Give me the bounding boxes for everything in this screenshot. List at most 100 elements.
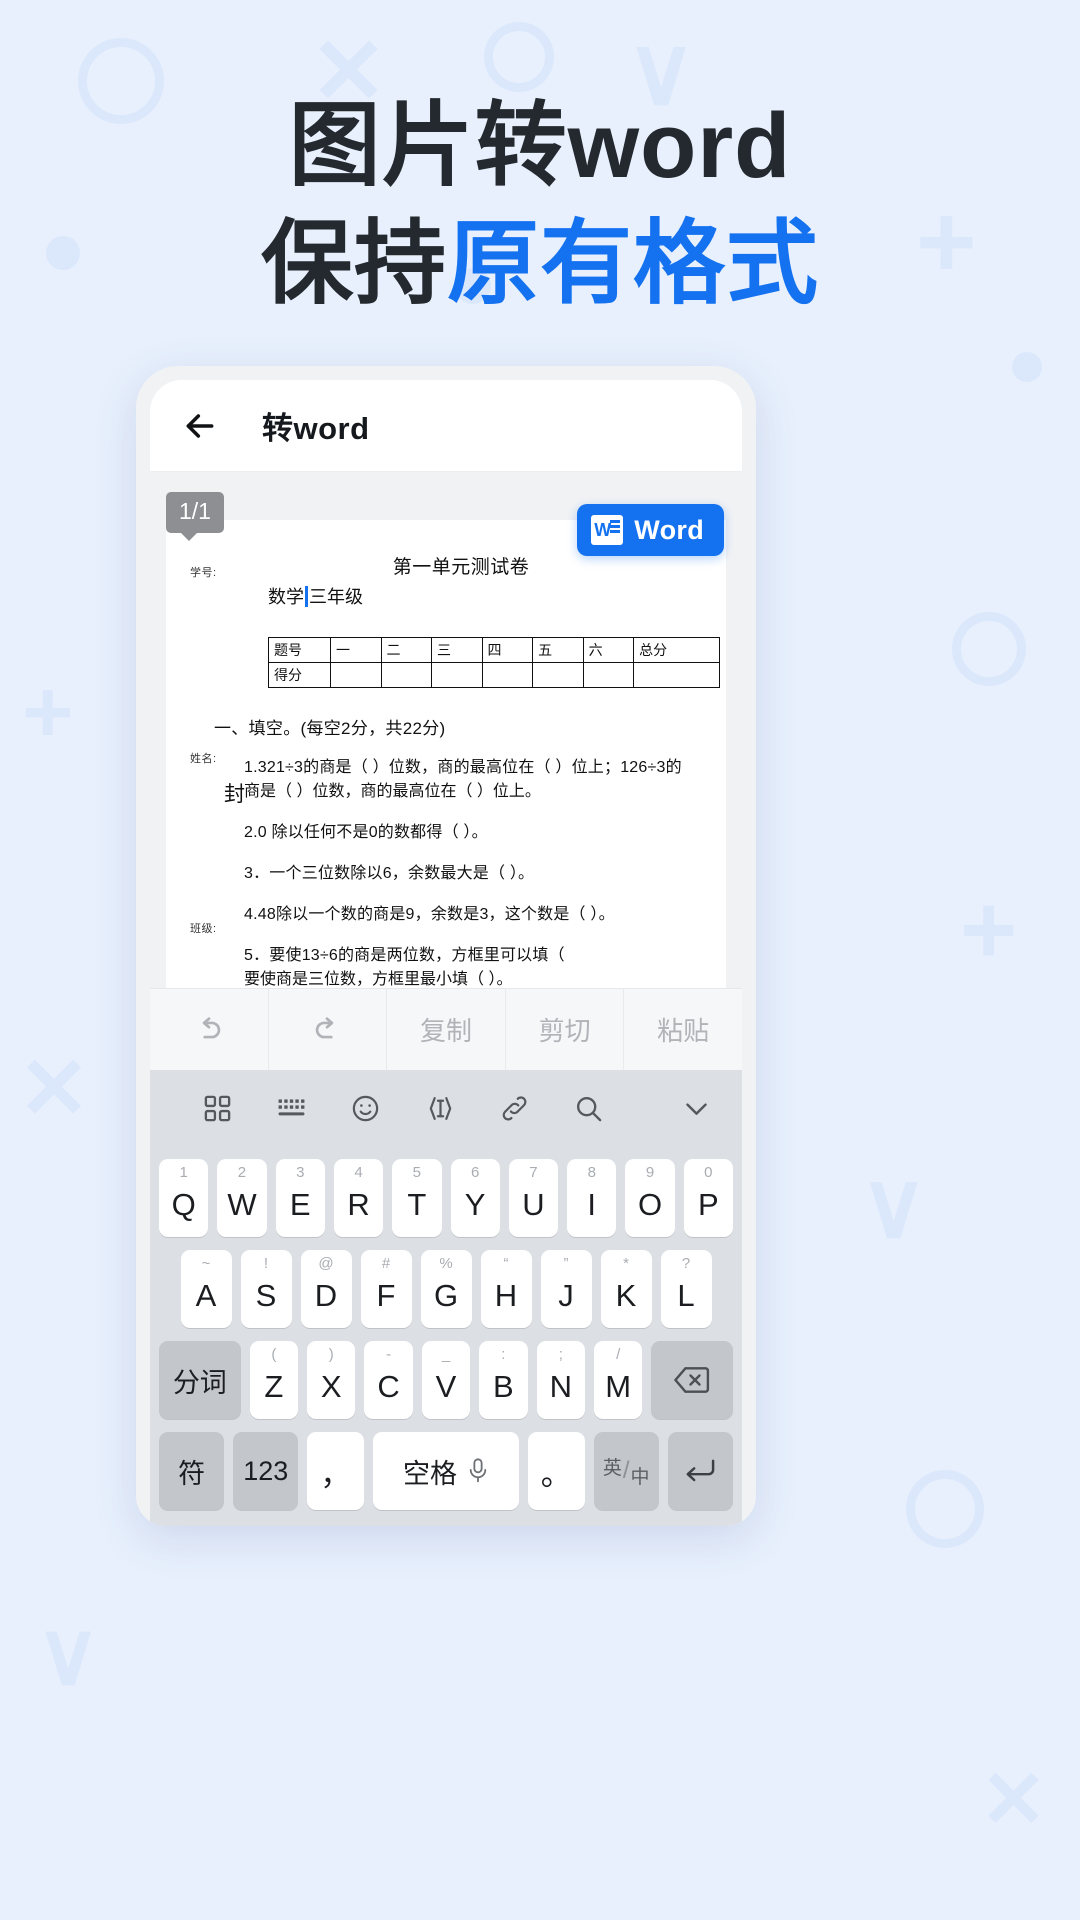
table-row: 题号 一 二 三 四 五 六 总分 [268, 637, 720, 663]
score-cell [431, 662, 483, 688]
key-alt: - [386, 1346, 392, 1363]
text-cursor-icon[interactable] [403, 1093, 477, 1124]
key-u[interactable]: 7U [508, 1159, 559, 1237]
document-viewer[interactable]: 1/1 W Word 学号: 姓名: 班级: 封 第一单元测试卷 数学 三年级 [150, 472, 742, 988]
key-symbols[interactable]: 符 [159, 1432, 225, 1510]
key-f[interactable]: # F [360, 1250, 412, 1328]
key-s[interactable]: ! S [240, 1250, 292, 1328]
key-t[interactable]: 5T [392, 1159, 442, 1237]
keyboard-row-2: ~ A ! S @ D # F % G “H ” J * K ? L [150, 1250, 742, 1328]
cut-button[interactable]: 剪切 [506, 989, 625, 1070]
key-r[interactable]: 4R [333, 1159, 384, 1237]
clipboard-link-icon[interactable] [477, 1093, 551, 1124]
question-1-line-1: 1.321÷3的商是（ ）位数，商的最高位在（ ）位上；126÷3的 [244, 759, 682, 776]
document-subject-line: 数学 三年级 [268, 583, 700, 609]
key-k[interactable]: * K [600, 1250, 652, 1328]
key-alt: @ [318, 1255, 334, 1272]
undo-icon [192, 1013, 226, 1047]
headline-line-2: 保持原有格式 [0, 206, 1080, 324]
key-alt: 7 [529, 1164, 538, 1181]
search-icon[interactable] [552, 1093, 626, 1124]
key-alt: ) [328, 1346, 334, 1363]
back-arrow-icon[interactable] [180, 406, 220, 446]
key-h[interactable]: “H [480, 1250, 532, 1328]
question-3: 3．一个三位数除以6，余数最大是（ ）。 [244, 865, 535, 882]
key-label: R [347, 1187, 370, 1222]
key-enter[interactable] [667, 1432, 733, 1510]
key-w[interactable]: 2W [217, 1159, 267, 1237]
key-p[interactable]: 0P [683, 1159, 733, 1237]
language-cn: 中 [630, 1467, 650, 1488]
microphone-icon[interactable] [467, 1458, 489, 1484]
key-alt: # [381, 1255, 391, 1272]
key-period[interactable]: 。 [527, 1432, 585, 1510]
headline-line-2-accent: 原有格式 [447, 212, 820, 315]
backspace-key[interactable] [651, 1341, 733, 1419]
key-label: Q [171, 1187, 196, 1222]
key-g[interactable]: % G [420, 1250, 472, 1328]
enter-icon [684, 1457, 716, 1485]
key-space[interactable]: 空格 [373, 1432, 519, 1510]
page-title: 转word [262, 411, 370, 446]
key-b[interactable]: :B [479, 1341, 528, 1419]
score-table-row-label-0: 题号 [268, 637, 331, 663]
key-alt: * [623, 1255, 629, 1272]
key-l[interactable]: ? L [660, 1250, 712, 1328]
edit-toolbar: 复制 剪切 粘贴 [150, 988, 742, 1070]
phone-screen: 转word 1/1 W Word 学号: 姓名: 班级: 封 第一单元测试卷 数… [150, 380, 742, 1526]
copy-button[interactable]: 复制 [387, 989, 506, 1070]
key-n[interactable]: ; N [536, 1341, 585, 1419]
key-language-toggle[interactable]: 英 / 中 [593, 1432, 659, 1510]
margin-label-class: 班级: [190, 923, 217, 935]
key-z[interactable]: (Z [249, 1341, 299, 1419]
question-5-line-2: 要使商是三位数，方框里最小填（ ）。 [244, 971, 513, 988]
undo-button[interactable] [150, 989, 269, 1070]
key-label: W [227, 1187, 257, 1222]
chevron-down-icon[interactable] [626, 1093, 712, 1124]
key-c[interactable]: -C [364, 1341, 413, 1419]
key-o[interactable]: 9O [625, 1159, 675, 1237]
key-d[interactable]: @ D [300, 1250, 352, 1328]
key-label: M [605, 1369, 632, 1404]
key-i[interactable]: 8I [567, 1159, 617, 1237]
key-label: H [494, 1278, 518, 1313]
word-export-button[interactable]: W Word [577, 504, 724, 556]
emoji-icon[interactable] [329, 1093, 403, 1124]
key-j[interactable]: ” J [540, 1250, 592, 1328]
grid-icon[interactable] [180, 1093, 254, 1124]
paste-button[interactable]: 粘贴 [624, 989, 742, 1070]
score-table-col-3: 四 [481, 637, 534, 663]
score-table-col-1: 二 [380, 637, 433, 663]
key-label: Z [264, 1369, 284, 1404]
language-separator: / [622, 1457, 630, 1484]
key-y[interactable]: 6Y [450, 1159, 500, 1237]
document-grade: 三年级 [309, 587, 363, 607]
key-word-segment[interactable]: 分词 [159, 1341, 241, 1419]
key-e[interactable]: 3E [275, 1159, 325, 1237]
key-alt: 1 [179, 1164, 188, 1181]
key-m[interactable]: / M [593, 1341, 643, 1419]
key-a[interactable]: ~ A [180, 1250, 232, 1328]
key-q[interactable]: 1Q [159, 1159, 209, 1237]
key-label: I [587, 1187, 597, 1222]
question-4: 4.48除以一个数的商是9，余数是3，这个数是（ ）。 [244, 906, 615, 923]
keyboard-icon-row [150, 1070, 742, 1146]
key-x[interactable]: ) X [307, 1341, 356, 1419]
headline-line-1: 图片转word [288, 95, 792, 197]
score-cell [330, 662, 382, 688]
key-comma[interactable]: ， [307, 1432, 365, 1510]
key-v[interactable]: _ V [421, 1341, 471, 1419]
scanned-document-page[interactable]: 学号: 姓名: 班级: 封 第一单元测试卷 数学 三年级 题号 一 二 三 四 … [166, 520, 726, 988]
redo-button[interactable] [269, 989, 388, 1070]
key-numbers[interactable]: 123 [233, 1432, 299, 1510]
keyboard-row-3: 分词 (Z ) X -C _ V :B ; N / M [150, 1341, 742, 1419]
key-label: S [255, 1278, 277, 1313]
score-table-row-label-1: 得分 [268, 662, 331, 688]
key-alt: 9 [645, 1164, 655, 1181]
app-bar: 转word [150, 380, 742, 472]
score-table-col-4: 五 [532, 637, 584, 663]
key-alt: ? [681, 1255, 691, 1272]
score-table-col-6: 总分 [633, 637, 720, 663]
keyboard-icon[interactable] [254, 1093, 328, 1124]
key-alt: ~ [201, 1255, 211, 1272]
